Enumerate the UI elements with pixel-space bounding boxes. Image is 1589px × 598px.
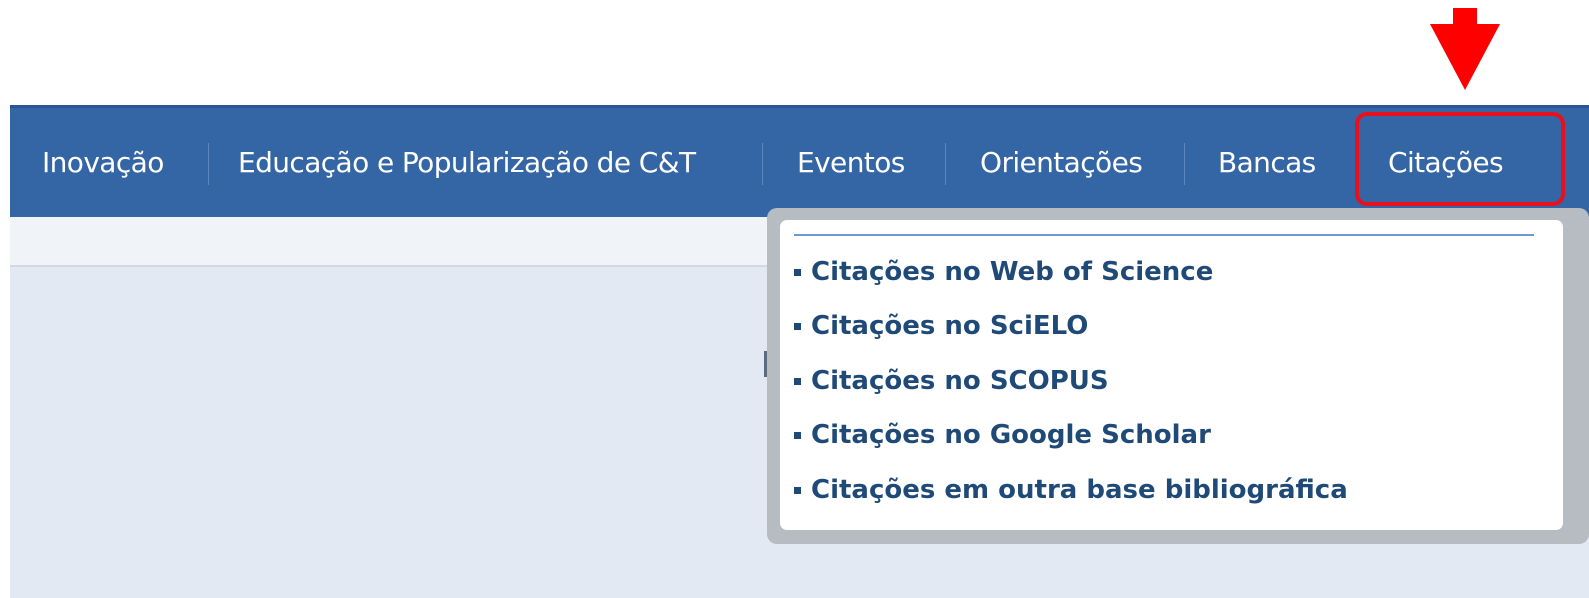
menu-item-outra-base[interactable]: Citações em outra base bibliográfica <box>794 470 1348 510</box>
citacoes-highlight-box <box>1355 112 1565 206</box>
bullet-icon <box>794 268 801 276</box>
menu-item-label: Citações no Google Scholar <box>811 420 1211 450</box>
menu-item-label: Citações em outra base bibliográfica <box>811 475 1348 505</box>
nav-item-educacao[interactable]: Educação e Popularização de C&T <box>238 108 696 217</box>
nav-item-bancas[interactable]: Bancas <box>1218 108 1316 217</box>
menu-item-label: Citações no SCOPUS <box>811 366 1109 396</box>
dropdown-divider <box>794 234 1534 236</box>
arrow-head <box>1430 24 1500 90</box>
menu-item-scielo[interactable]: Citações no SciELO <box>794 306 1088 346</box>
bullet-icon <box>794 486 801 494</box>
nav-item-eventos[interactable]: Eventos <box>797 108 905 217</box>
nav-item-orientacoes[interactable]: Orientações <box>980 108 1143 217</box>
bullet-icon <box>794 322 801 330</box>
bullet-icon <box>794 377 801 385</box>
menu-item-label: Citações no SciELO <box>811 311 1089 341</box>
nav-separator <box>208 143 209 185</box>
menu-item-web-of-science[interactable]: Citações no Web of Science <box>794 252 1213 292</box>
menu-item-google-scholar[interactable]: Citações no Google Scholar <box>794 415 1211 455</box>
nav-separator <box>762 143 763 185</box>
menu-item-label: Citações no Web of Science <box>811 257 1214 287</box>
bullet-icon <box>794 431 801 439</box>
down-arrow-icon <box>1430 8 1500 92</box>
nav-separator <box>1184 143 1185 185</box>
nav-item-inovacao[interactable]: Inovação <box>42 108 164 217</box>
nav-separator <box>945 143 946 185</box>
main-navigation-bar: Inovação Educação e Popularização de C&T… <box>10 105 1589 217</box>
menu-item-scopus[interactable]: Citações no SCOPUS <box>794 361 1109 401</box>
arrow-stem <box>1453 8 1477 24</box>
